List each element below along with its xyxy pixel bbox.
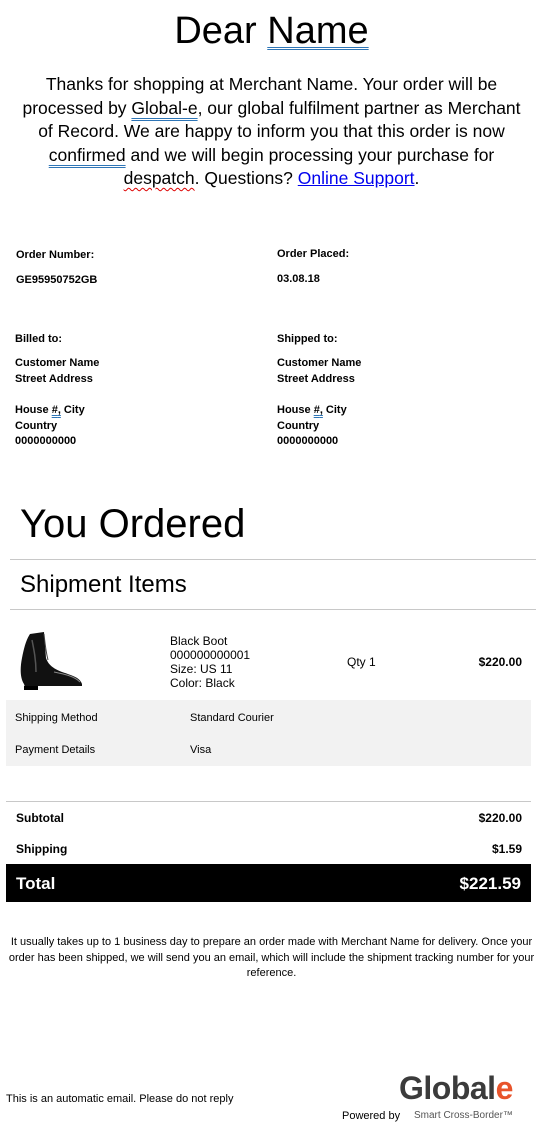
product-size: Size: US 11 (170, 662, 233, 676)
logo-tagline: Smart Cross-Border™ (414, 1110, 513, 1121)
despatch-text: despatch (123, 168, 195, 188)
product-color: Color: Black (170, 676, 235, 690)
product-image (14, 628, 88, 692)
intro-text-3: and we will begin processing your purcha… (125, 144, 495, 165)
shipment-items-heading: Shipment Items (20, 571, 187, 598)
product-price: $220.00 (478, 655, 522, 669)
shipped-name: Customer Name (277, 357, 362, 369)
subtotal-label: Subtotal (16, 811, 64, 825)
greeting-name: Name (267, 10, 369, 52)
shipping-method-value: Standard Courier (190, 712, 274, 724)
billed-to-block: Billed to: Customer Name Street Address … (15, 332, 99, 450)
order-number: GE95950752GB (16, 274, 98, 286)
shipping-method-label: Shipping Method (15, 712, 98, 724)
billed-name: Customer Name (15, 357, 100, 369)
divider (10, 559, 536, 560)
total-value: $221.59 (459, 874, 521, 893)
billed-to-label: Billed to: (15, 333, 63, 345)
order-placed-date: 03.08.18 (277, 273, 320, 285)
billed-phone: 0000000000 (15, 435, 77, 447)
automatic-email-notice: This is an automatic email. Please do no… (6, 1093, 234, 1105)
total-label: Total (16, 874, 56, 893)
product-qty: Qty 1 (347, 655, 376, 669)
shipping-label: Shipping (16, 842, 68, 856)
order-placed-label: Order Placed: (277, 248, 350, 260)
product-details: Black Boot 000000000001 Size: US 11 Colo… (170, 634, 250, 690)
intro-text-4: . Questions? (194, 168, 298, 188)
order-number-label: Order Number: (16, 249, 95, 261)
logo-e-text: e (495, 1070, 514, 1106)
you-ordered-heading: You Ordered (20, 502, 246, 546)
shipped-street: Street Address (277, 372, 355, 385)
billed-house-city: House #, City (15, 404, 85, 416)
billed-street: Street Address (15, 372, 93, 385)
logo-main-text: Global (399, 1070, 496, 1106)
divider (6, 801, 531, 802)
shipped-to-block: Shipped to: Customer Name Street Address… (277, 332, 361, 450)
black-boot-icon (20, 632, 82, 690)
global-e-text: Global-e (131, 97, 198, 118)
shipped-to-label: Shipped to: (277, 333, 338, 345)
payment-details-value: Visa (190, 744, 212, 756)
total-bar: Total $221.59 (6, 864, 531, 902)
greeting-prefix: Dear (174, 10, 268, 52)
greeting-heading: Dear Name (0, 8, 543, 54)
shipped-phone: 0000000000 (277, 435, 339, 447)
subtotal-value: $220.00 (478, 811, 522, 825)
product-sku: 000000000001 (170, 648, 251, 662)
divider (10, 609, 536, 610)
shipped-house-city: House #, City (277, 404, 347, 416)
confirmed-text: confirmed (48, 144, 126, 165)
global-e-logo: Globale (399, 1070, 513, 1106)
intro-paragraph: Thanks for shopping at Merchant Name. Yo… (16, 73, 527, 191)
footer-note: It usually takes up to 1 business day to… (8, 936, 535, 979)
billed-country: Country (15, 419, 58, 432)
intro-text-5: . (414, 168, 420, 188)
payment-details-label: Payment Details (15, 744, 96, 756)
shipping-value: $1.59 (491, 842, 522, 856)
powered-by-label: Powered by (342, 1110, 401, 1122)
shipped-country: Country (277, 419, 320, 432)
product-name: Black Boot (170, 634, 228, 648)
online-support-link[interactable]: Online Support (298, 168, 415, 188)
